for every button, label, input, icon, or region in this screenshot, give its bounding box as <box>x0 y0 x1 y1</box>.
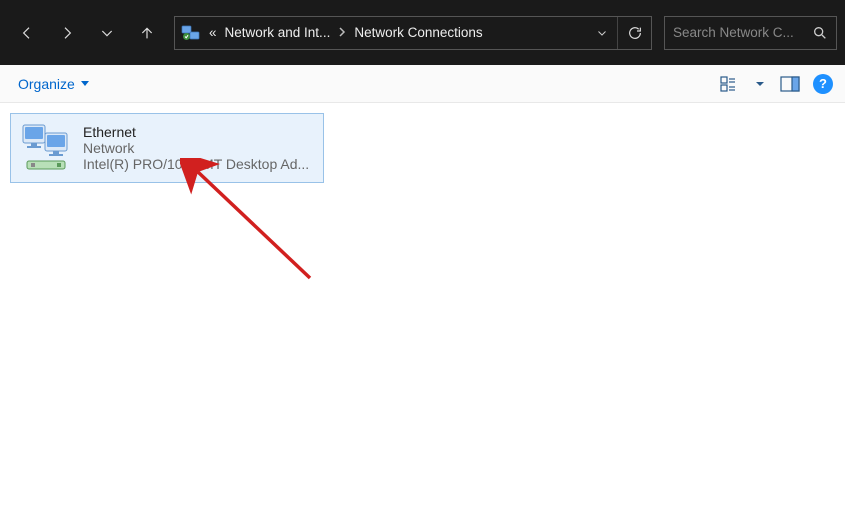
connection-status: Network <box>83 140 309 156</box>
content-area: Ethernet Network Intel(R) PRO/1000 MT De… <box>0 103 845 520</box>
view-options-button[interactable] <box>717 71 743 97</box>
titlebar: « Network and Int... Network Connections… <box>0 0 845 65</box>
help-button[interactable]: ? <box>813 74 833 94</box>
organize-label: Organize <box>18 76 75 92</box>
command-bar: Organize ? <box>0 65 845 103</box>
location-icon <box>177 19 205 47</box>
breadcrumb-segment-2[interactable]: Network Connections <box>350 17 486 49</box>
connection-adapter: Intel(R) PRO/1000 MT Desktop Ad... <box>83 156 309 172</box>
forward-button[interactable] <box>48 14 86 52</box>
breadcrumb-segment-1[interactable]: Network and Int... <box>221 17 335 49</box>
search-icon <box>812 25 828 41</box>
address-history-button[interactable] <box>587 17 617 49</box>
network-adapter-icon <box>19 121 73 175</box>
back-button[interactable] <box>8 14 46 52</box>
up-button[interactable] <box>128 14 166 52</box>
connection-name: Ethernet <box>83 124 309 140</box>
breadcrumb-overflow[interactable]: « <box>205 17 221 49</box>
connection-item-ethernet[interactable]: Ethernet Network Intel(R) PRO/1000 MT De… <box>10 113 324 183</box>
address-bar[interactable]: « Network and Int... Network Connections <box>174 16 652 50</box>
search-input[interactable]: Search Network C... <box>664 16 837 50</box>
refresh-button[interactable] <box>617 17 651 49</box>
view-dropdown-button[interactable] <box>753 71 767 97</box>
preview-pane-button[interactable] <box>777 71 803 97</box>
search-placeholder: Search Network C... <box>673 25 806 40</box>
recent-locations-button[interactable] <box>88 14 126 52</box>
breadcrumb-separator-icon <box>334 26 350 40</box>
organize-menu-button[interactable]: Organize <box>12 72 95 96</box>
